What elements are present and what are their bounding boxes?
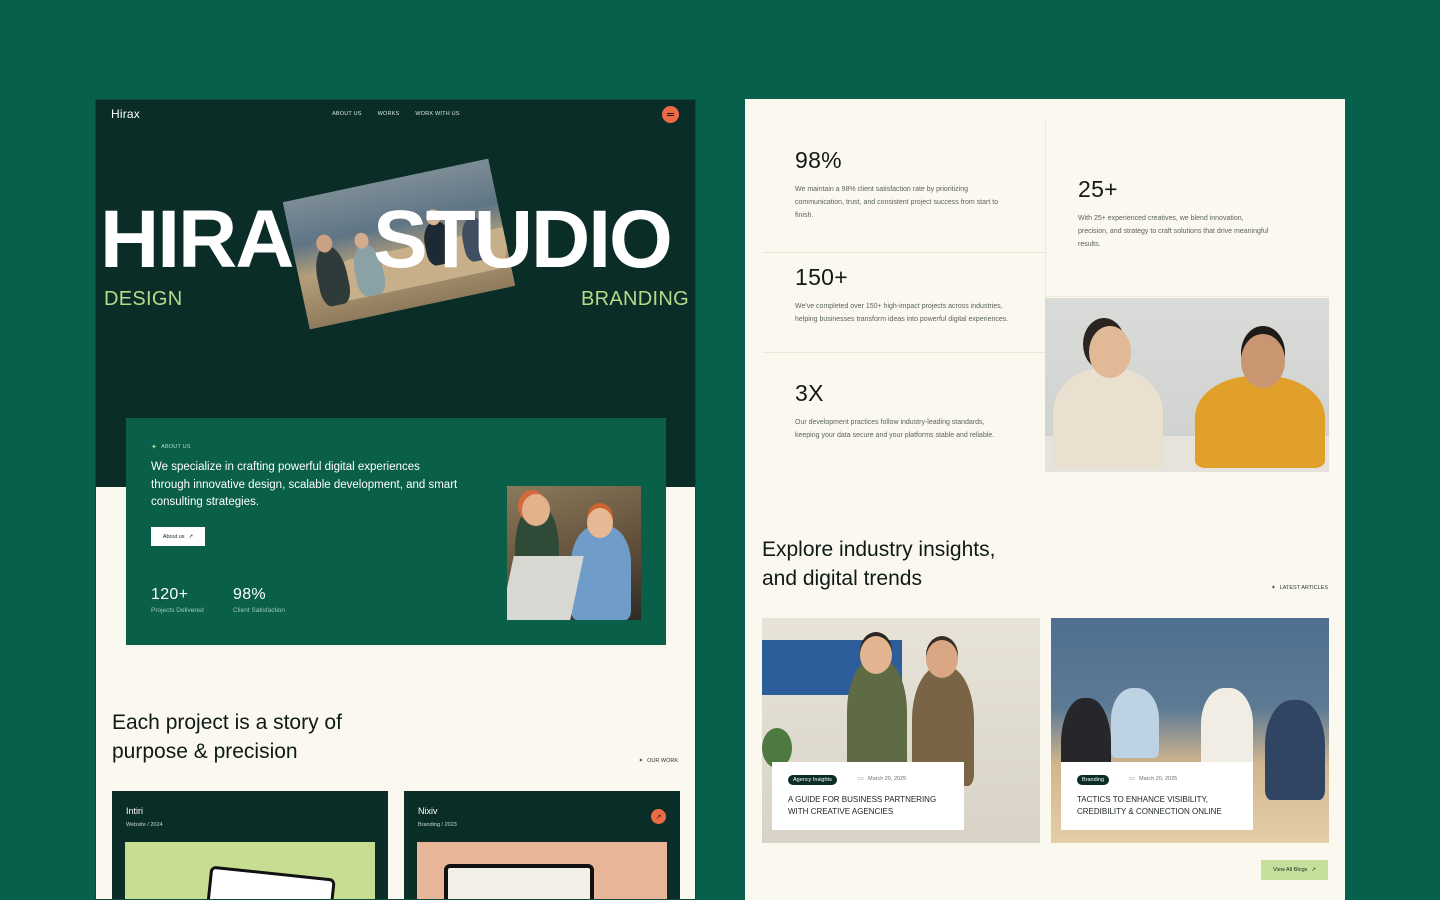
latest-articles-label: LATEST ARTICLES [1279,585,1328,591]
about-tag-label: ABOUT US [161,444,191,450]
nav-item-works[interactable]: WORKS [378,111,400,117]
blog-headline[interactable]: TACTICS TO ENHANCE VISIBILITY, CREDIBILI… [1077,794,1247,818]
stat-description: With 25+ experienced creatives, we blend… [1078,215,1269,248]
project-name: Nixiv [418,806,438,816]
team-working-photo [507,486,641,620]
hero-title-right: STUDIO [373,194,673,285]
insights-heading: Explore industry insights, and digital t… [762,535,995,593]
view-all-blogs-button[interactable]: View All Blogs ↗ [1261,860,1328,880]
our-work-tag: ✦ OUR WORK [639,758,678,764]
stat-block-projects: 150+ We've completed over 150+ high-impa… [795,264,1010,326]
blog-info-box: Branding ▭ March 20, 2025 TACTICS TO ENH… [1061,762,1253,830]
stat-value: 150+ [795,264,849,290]
stat-label: Client Satisfaction [233,607,286,614]
project-preview-image [417,842,667,899]
sparkle-icon: ✦ [1271,585,1276,591]
latest-articles-tag: ✦ LATEST ARTICLES [1271,585,1328,591]
stat-value: 25+ [1078,176,1118,202]
stat-description: We maintain a 98% client satisfaction ra… [795,186,999,219]
about-description: We specialize in crafting powerful digit… [151,461,458,508]
insights-heading-line1: Explore industry insights, [762,538,996,561]
blog-date: March 20, 2025 [868,776,907,782]
stat-block-satisfaction: 98% We maintain a 98% client satisfactio… [795,147,1010,222]
about-section: ✦ ABOUT US We specialize in crafting pow… [126,418,666,645]
stat-description: Our development practices follow industr… [795,419,995,439]
hamburger-icon [667,113,674,114]
hero-subtitle-design: DESIGN [104,288,183,310]
nav-menu: ABOUT US WORKS WORK WITH US [332,111,460,117]
nav-item-about-us[interactable]: ABOUT US [332,111,362,117]
sparkle-icon: ✦ [638,758,644,764]
insights-heading-line2: and digital trends [762,567,922,590]
project-card-nixiv[interactable]: Nixiv Branding / 2023 ↗ [404,791,680,899]
logo[interactable]: Hirax [111,107,140,121]
nav-item-work-with-us[interactable]: WORK WITH US [415,111,459,117]
stat-label: Projects Delivered [151,607,204,614]
project-name: Intiri [126,806,144,816]
about-tag: ✦ ABOUT US [151,443,191,451]
team-portrait-photo [1045,298,1329,472]
blog-info-box: Agency Insights ▭ March 20, 2025 A GUIDE… [772,762,964,830]
menu-button[interactable] [662,106,679,123]
stat-value: 3X [795,380,824,406]
arrow-up-right-icon: ↗ [1311,867,1317,873]
stat-description: We've completed over 150+ high-impact pr… [795,303,1009,323]
blog-date: March 20, 2025 [1139,776,1178,782]
project-meta: Branding / 2023 [418,822,457,828]
blog-category-chip: Agency Insights [788,775,837,785]
project-preview-image [125,842,375,899]
hero-subtitle-branding: BRANDING [581,288,689,310]
projects-heading: Each project is a story of purpose & pre… [112,708,342,766]
stat-projects: 120+ Projects Delivered [151,586,204,614]
calendar-icon: ▭ [1129,776,1135,782]
top-nav: Hirax ABOUT US WORKS WORK WITH US [96,100,695,130]
arrow-up-right-icon: ↗ [188,533,194,540]
view-all-blogs-label: View All Blogs [1272,867,1308,873]
stat-value: 98% [233,586,266,603]
hero-title-left: HIRA [100,194,294,285]
landing-page-preview: Hirax ABOUT US WORKS WORK WITH US HIRA S… [95,99,696,900]
arrow-up-right-icon[interactable]: ↗ [651,809,666,824]
projects-heading-line1: Each project is a story of [112,711,342,734]
about-blog-preview: 98% We maintain a 98% client satisfactio… [745,99,1345,900]
calendar-icon: ▭ [858,776,864,782]
projects-heading-line2: purpose & precision [112,740,298,763]
blog-category-chip: Branding [1077,775,1110,785]
blog-card-branding[interactable]: Branding ▭ March 20, 2025 TACTICS TO ENH… [1051,618,1329,843]
stat-value: 98% [795,147,842,173]
stat-block-creatives: 25+ With 25+ experienced creatives, we b… [1078,176,1273,251]
about-us-button-label: About us [162,533,185,540]
project-meta: Website / 2024 [126,822,163,828]
sparkle-icon: ✦ [151,444,158,451]
stat-satisfaction: 98% Client Satisfaction [233,586,285,614]
stat-value: 120+ [151,586,189,603]
about-us-button[interactable]: About us ↗ [151,527,205,546]
blog-card-agency[interactable]: Agency Insights ▭ March 20, 2025 A GUIDE… [762,618,1040,843]
blog-headline[interactable]: A GUIDE FOR BUSINESS PARTNERING WITH CRE… [788,794,958,818]
our-work-label: OUR WORK [647,758,678,764]
stat-block-standards: 3X Our development practices follow indu… [795,380,1000,442]
project-card-intiri[interactable]: Intiri Website / 2024 [112,791,388,899]
